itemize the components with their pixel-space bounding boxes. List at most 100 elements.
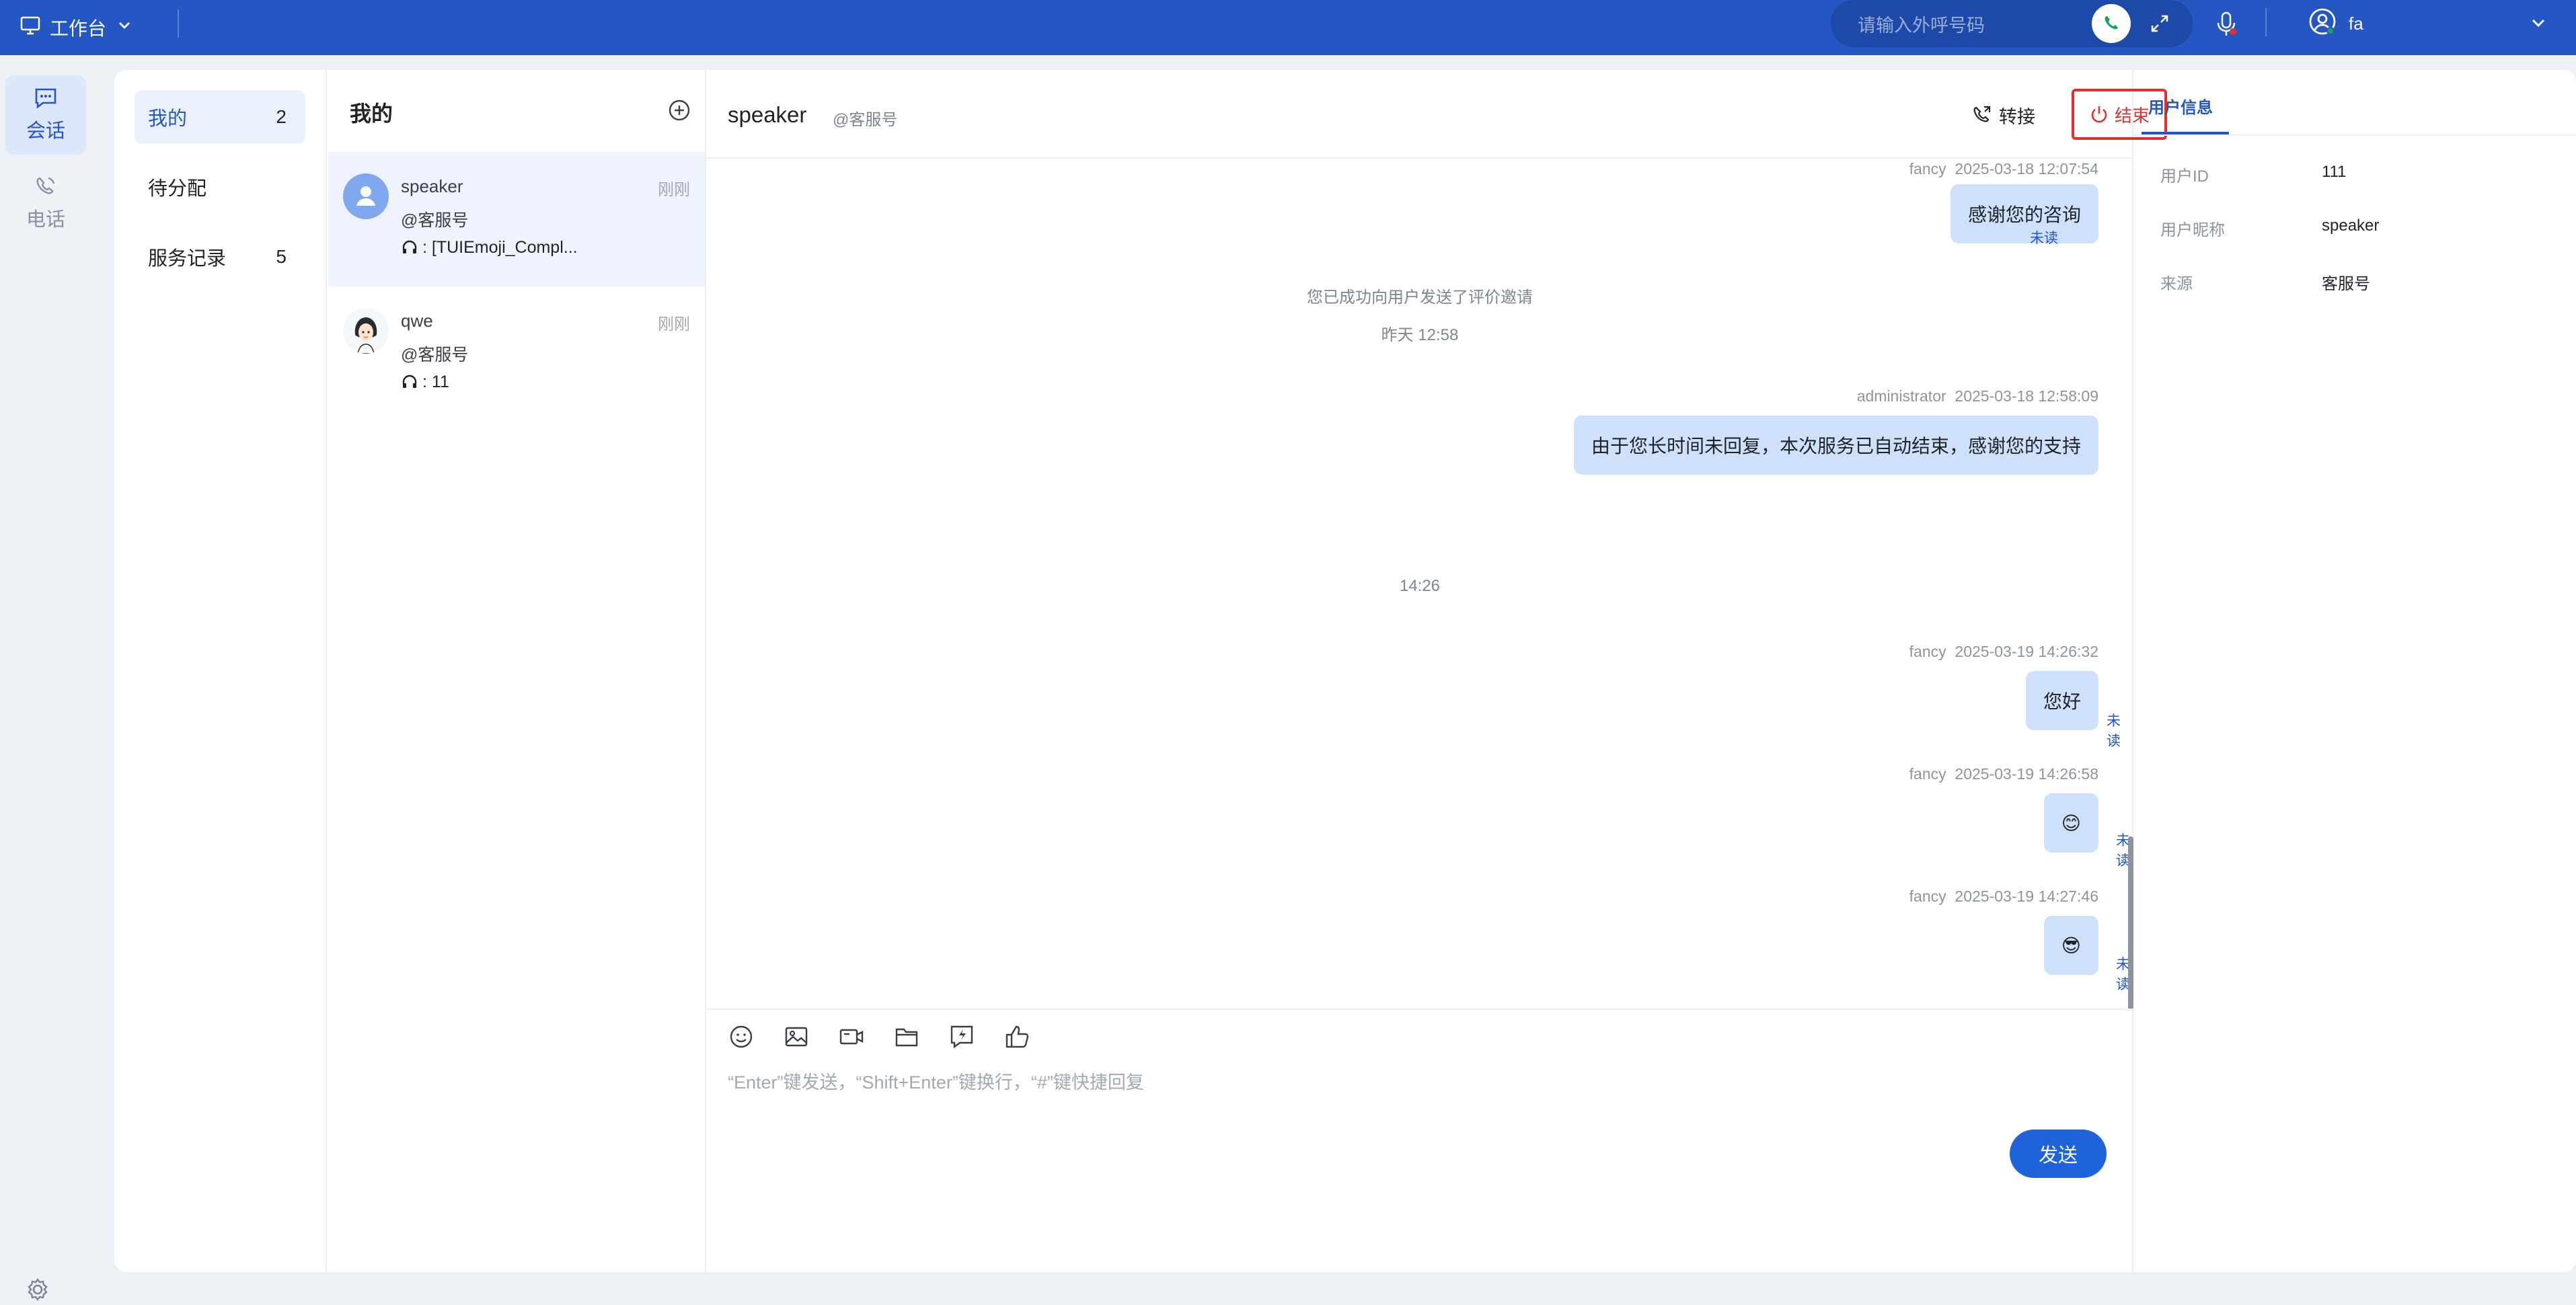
- message-bubble[interactable]: 😊: [2043, 793, 2098, 853]
- category-column: 我的 2 待分配 服务记录 5: [114, 70, 327, 1272]
- message-meta: fancy 2025-03-19 14:26:32: [1909, 643, 2098, 660]
- conversation-name: qwe: [401, 311, 433, 331]
- category-label: 我的: [148, 108, 188, 130]
- conversation-time: 刚刚: [658, 315, 690, 333]
- phone-icon: [36, 177, 55, 194]
- category-label: 服务记录: [148, 248, 227, 270]
- chat-subtitle: @客服号: [833, 111, 898, 129]
- field-value: 客服号: [2322, 275, 2370, 293]
- composer: “Enter”键发送，“Shift+Enter”键换行，“#”键快捷回复: [706, 1009, 2133, 1272]
- rail-item-phone[interactable]: 电话: [5, 164, 86, 243]
- message-input[interactable]: “Enter”键发送，“Shift+Enter”键换行，“#”键快捷回复: [728, 1068, 1144, 1094]
- call-button[interactable]: [2092, 4, 2131, 43]
- workbench-switcher[interactable]: 工作台: [20, 9, 133, 46]
- headset-icon: [402, 374, 417, 388]
- time-divider: 14:26: [1399, 577, 1441, 595]
- user-info-panel: 用户信息 用户ID 111 用户昵称 speaker 来源 客服号: [2133, 70, 2576, 1272]
- transfer-call-icon: [1973, 106, 1991, 122]
- message-bubble[interactable]: 😎: [2043, 916, 2098, 975]
- category-label: 待分配: [148, 178, 207, 200]
- cartoon-woman-avatar: [343, 308, 389, 354]
- time-divider: 昨天 12:58: [1381, 326, 1459, 344]
- conversation-last-text: : 11: [422, 372, 449, 391]
- headset-icon: [402, 240, 417, 253]
- message-bubble[interactable]: 感谢您的咨询: [1950, 184, 2098, 243]
- rail-item-phone-label: 电话: [26, 209, 65, 231]
- category-mine[interactable]: 我的 2: [135, 90, 305, 144]
- transfer-label: 转接: [1999, 106, 2035, 127]
- message-list: fancy 2025-03-18 12:07:54 感谢您的咨询 未读 您已成功…: [706, 160, 2133, 1009]
- tab-divider: [2133, 134, 2576, 136]
- system-notice: 您已成功向用户发送了评价邀请: [1307, 288, 1533, 307]
- message-meta: fancy 2025-03-19 14:27:46: [1909, 887, 2098, 905]
- default-user-avatar: [343, 173, 389, 219]
- expand-button[interactable]: [2140, 4, 2179, 43]
- chat-header: speaker @客服号 转接 结束: [706, 70, 2167, 159]
- chat-icon: [35, 88, 56, 109]
- transfer-button[interactable]: 转接: [1971, 100, 2035, 130]
- conversation-list-title: 我的: [350, 102, 393, 126]
- send-button[interactable]: 发送: [2010, 1130, 2107, 1178]
- dial-bar: 请输入外呼号码: [1831, 0, 2193, 47]
- settings-icon[interactable]: [26, 1277, 52, 1304]
- user-menu-chevron-icon[interactable]: [2524, 8, 2553, 38]
- conversation-last-text: : [TUIEmoji_Compl...: [422, 238, 578, 257]
- chat-panel: speaker @客服号 转接 结束 fancy 2025-03-18 12:0…: [706, 70, 2167, 1272]
- left-rail: 会话 电话: [0, 55, 97, 1301]
- phone-call-icon: [2105, 16, 2118, 30]
- field-label: 用户昵称: [2160, 221, 2225, 239]
- video-icon[interactable]: [838, 1023, 865, 1050]
- field-label: 来源: [2160, 275, 2193, 293]
- conversation-tag: @客服号: [401, 346, 469, 364]
- tab-user-info[interactable]: 用户信息: [2148, 94, 2213, 118]
- workbench-label: 工作台: [50, 18, 107, 39]
- composer-toolbar: [728, 1023, 1030, 1050]
- quick-reply-icon[interactable]: [948, 1023, 975, 1050]
- message-meta: administrator 2025-03-18 12:58:09: [1856, 387, 2098, 405]
- field-value: 111: [2322, 163, 2347, 181]
- folder-icon[interactable]: [893, 1023, 920, 1050]
- user-avatar-icon: [2308, 7, 2337, 40]
- message-bubble[interactable]: 您好: [2025, 671, 2098, 730]
- conversation-tag: @客服号: [401, 211, 469, 230]
- conversation-last-message: : [TUIEmoji_Compl...: [401, 238, 578, 258]
- topbar-divider-2: [2265, 8, 2267, 36]
- category-count: 5: [276, 246, 287, 267]
- image-icon[interactable]: [783, 1023, 810, 1050]
- power-icon: [2091, 106, 2107, 123]
- field-label: 用户ID: [2160, 167, 2209, 186]
- message-meta: fancy 2025-03-19 14:26:58: [1909, 765, 2098, 783]
- message-bubble[interactable]: 由于您长时间未回复，本次服务已自动结束，感谢您的支持: [1573, 416, 2098, 475]
- category-service-records[interactable]: 服务记录 5: [135, 230, 305, 284]
- user-menu[interactable]: fa: [2308, 5, 2363, 42]
- topbar-divider: [178, 9, 179, 38]
- rail-item-chat[interactable]: 会话: [5, 75, 86, 155]
- chat-title: speaker: [728, 102, 807, 127]
- thumbs-up-icon[interactable]: [1003, 1023, 1030, 1050]
- conversation-time: 刚刚: [658, 181, 690, 199]
- add-conversation-icon[interactable]: [667, 98, 691, 122]
- username: fa: [2349, 13, 2363, 34]
- conversation-name: speaker: [401, 176, 463, 196]
- rail-item-chat-label: 会话: [26, 120, 65, 142]
- top-bar: 工作台 请输入外呼号码 fa: [0, 0, 2576, 55]
- message-scrollbar[interactable]: [2128, 836, 2133, 1010]
- main-card: 我的 2 待分配 服务记录 5 我的 speaker 刚刚 @客服号 : [TU…: [114, 70, 2576, 1272]
- message-meta: fancy 2025-03-18 12:07:54: [1909, 160, 2098, 177]
- conversation-last-message: : 11: [401, 372, 449, 392]
- chevron-down-icon: [116, 17, 133, 39]
- conversation-list: 我的 speaker 刚刚 @客服号 : [TUIEmoji_Compl... …: [328, 70, 706, 1272]
- dial-input[interactable]: 请输入外呼号码: [1858, 11, 2092, 37]
- conversation-item[interactable]: speaker 刚刚 @客服号 : [TUIEmoji_Compl...: [328, 152, 705, 286]
- field-value: speaker: [2322, 216, 2380, 235]
- monitor-icon: [20, 16, 40, 40]
- microphone-icon: [2217, 11, 2236, 36]
- conversation-item[interactable]: qwe 刚刚 @客服号 : 11: [328, 286, 705, 421]
- unread-status: 未读: [2107, 713, 2121, 749]
- emoji-icon[interactable]: [728, 1023, 755, 1050]
- category-pending[interactable]: 待分配: [135, 160, 305, 214]
- unread-status: 未读: [2030, 231, 2058, 246]
- expand-icon: [2151, 15, 2168, 32]
- microphone-button[interactable]: [2209, 7, 2244, 42]
- category-count: 2: [276, 106, 287, 127]
